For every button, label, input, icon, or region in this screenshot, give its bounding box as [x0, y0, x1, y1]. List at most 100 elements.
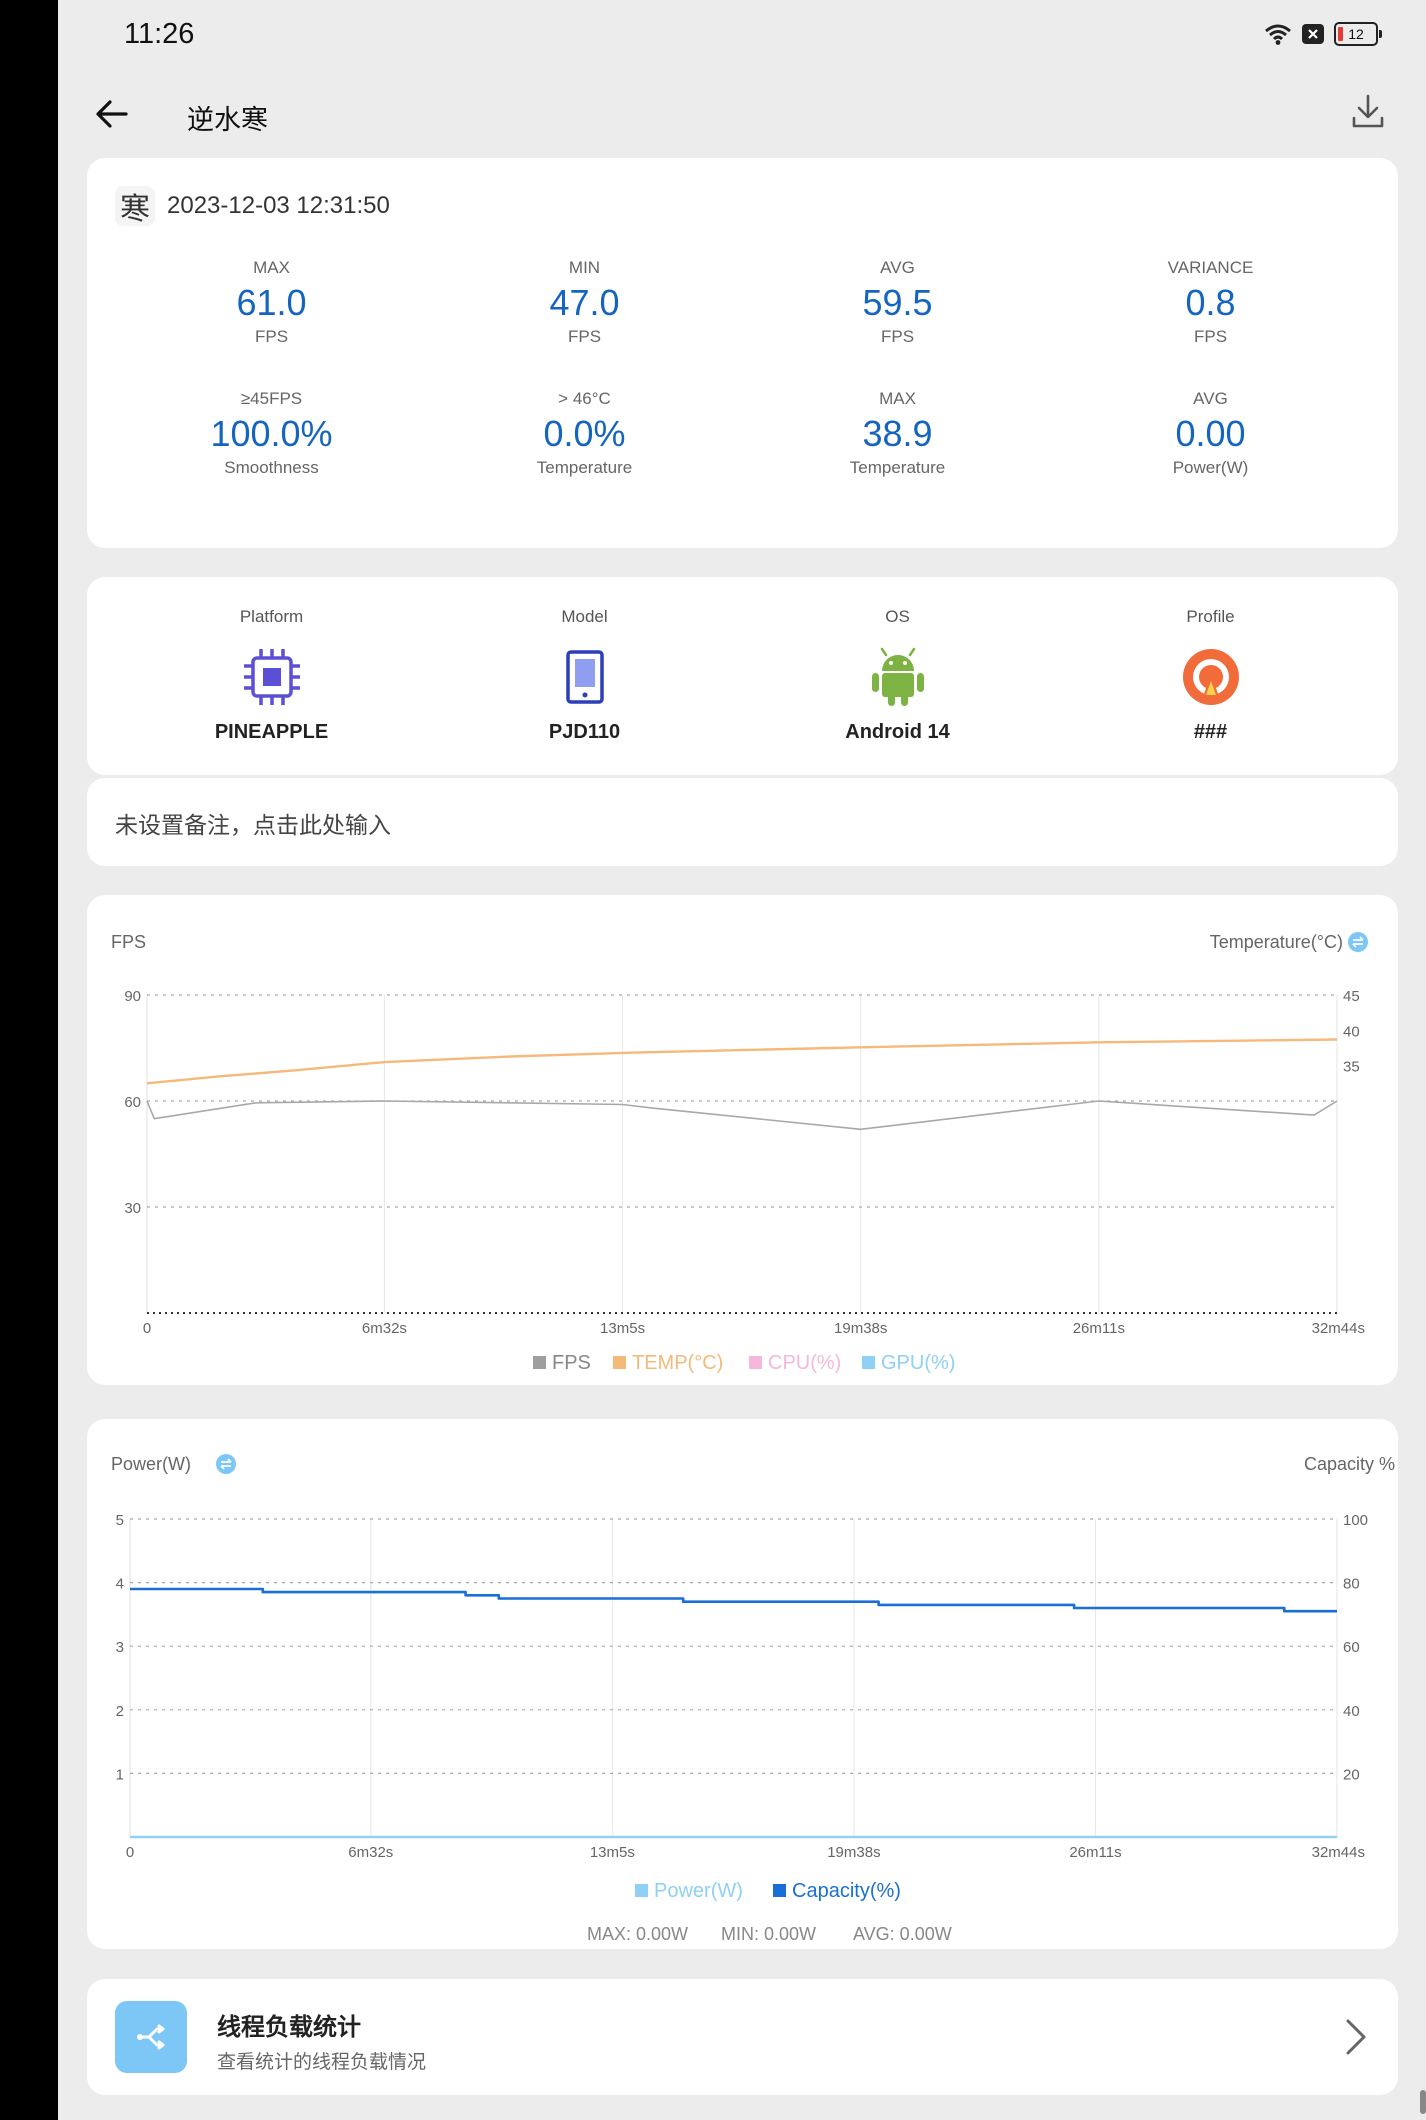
legend-swatch	[773, 1884, 786, 1897]
tablet-icon	[565, 650, 604, 704]
note-card[interactable]: 未设置备注，点击此处输入	[87, 778, 1398, 866]
legend-entry: CPU(%)	[768, 1352, 841, 1374]
android-icon	[871, 647, 924, 706]
wifi-icon	[1265, 24, 1291, 45]
y-right-tick-label: 60	[1343, 1639, 1360, 1656]
y-left-tick-label: 4	[116, 1576, 124, 1593]
x-tick-label: 6m32s	[362, 1320, 407, 1337]
y-left-tick-label: 5	[116, 1512, 124, 1529]
y-right-tick-label: 40	[1343, 1703, 1360, 1720]
session-summary-card: 寒 2023-12-03 12:31:50 MAX 61.0 FPS MIN 47.0…	[87, 158, 1398, 548]
y-left-tick-label: 90	[124, 988, 141, 1005]
stat-avg-fps: AVG 59.5 FPS	[741, 258, 1054, 347]
x-tick-label: 26m11s	[1069, 1844, 1121, 1861]
stat-top: MIN	[568, 258, 601, 277]
y-left-tick-label: 1	[116, 1766, 124, 1783]
back-arrow-icon[interactable]	[90, 92, 134, 136]
x-tick-label: 19m38s	[827, 1844, 880, 1861]
left-axis-label: FPS	[111, 932, 146, 952]
note-input[interactable]: 未设置备注，点击此处输入	[115, 806, 391, 840]
stat-top: MAX	[879, 389, 916, 408]
stat-value: 59.5	[862, 282, 933, 323]
stat-max-fps: MAX 61.0 FPS	[115, 258, 428, 347]
profile-icon	[1182, 649, 1239, 705]
power-max-summary: MAX: 0.00W	[587, 1924, 688, 1944]
legend-swatch	[862, 1356, 875, 1369]
x-tick-label: 0	[143, 1320, 151, 1337]
legend-entry: TEMP(°C)	[632, 1352, 723, 1374]
right-axis-label: Capacity %	[1304, 1454, 1395, 1474]
series-line-capacity	[130, 1587, 1337, 1613]
device-label: OS	[885, 607, 910, 626]
stat-over-temp: > 46°C 0.0% Temperature	[428, 389, 741, 478]
stat-value: 100.0%	[210, 413, 333, 454]
stat-bottom: Power(W)	[1172, 458, 1249, 477]
stats-grid: MAX 61.0 FPS MIN 47.0 FPS AVG 59.5 FPS VARIANC…	[87, 258, 1426, 478]
stat-bottom: FPS	[880, 327, 915, 346]
legend-swatch	[749, 1356, 762, 1369]
x-tick-label: 32m44s	[1312, 1320, 1365, 1337]
series-line-fps	[146, 1100, 1338, 1131]
device-grid: Platform PINEAPPLE Model PJD110 OS Andro…	[115, 607, 1367, 744]
shuffle-icon	[137, 2024, 165, 2050]
stat-top: AVG	[880, 258, 915, 277]
y-right-tick-label: 40	[1343, 1023, 1360, 1040]
x-tick-label: 13m5s	[590, 1844, 635, 1861]
y-right-tick-label: 35	[1343, 1059, 1360, 1076]
fps-temp-chart: FPS Temperature(°C) 90 60 30 45 40 35 0 6m32s 13m5…	[111, 932, 1368, 1374]
thread-title: 线程负载统计	[217, 2014, 361, 2041]
right-axis-label: Temperature(°C)	[1210, 932, 1343, 952]
stat-top: ≥45FPS	[240, 389, 303, 408]
device-info-card: Platform PINEAPPLE Model PJD110 OS Andro…	[87, 577, 1398, 775]
stat-top: AVG	[1193, 389, 1228, 408]
stat-bottom: Smoothness	[224, 458, 319, 477]
x-tick-label: 6m32s	[348, 1844, 393, 1861]
power-avg-summary: AVG: 0.00W	[853, 1924, 952, 1944]
scrollbar[interactable]	[1420, 2090, 1426, 2114]
stat-value: 0.0%	[543, 413, 626, 454]
y-left-tick-label: 60	[124, 1094, 141, 1111]
device-os: OS Android 14	[741, 607, 1054, 744]
chip-icon	[243, 649, 300, 705]
legend-entry: FPS	[552, 1352, 591, 1374]
status-icons: 12	[1264, 22, 1382, 46]
session-header: 寒 2023-12-03 12:31:50	[115, 186, 390, 227]
x-tick-label: 0	[126, 1844, 134, 1861]
y-right-tick-label: 100	[1343, 1512, 1368, 1529]
stat-value: 0.8	[1185, 282, 1236, 323]
device-model: Model PJD110	[428, 607, 741, 744]
x-tick-label: 32m44s	[1312, 1844, 1365, 1861]
stat-bottom: FPS	[567, 327, 602, 346]
stat-bottom: Temperature	[849, 458, 946, 477]
stat-max-temp: MAX 38.9 Temperature	[741, 389, 1054, 478]
thread-load-card[interactable]: 线程负载统计 查看统计的线程负载情况	[87, 1979, 1398, 2095]
y-right-tick-label: 20	[1343, 1766, 1360, 1783]
game-icon-glyph: 寒	[120, 192, 150, 227]
device-value: Android 14	[845, 721, 950, 743]
y-right-tick-label: 80	[1343, 1576, 1360, 1593]
x-tick-label: 13m5s	[600, 1320, 645, 1337]
session-timestamp: 2023-12-03 12:31:50	[167, 192, 390, 219]
power-min-summary: MIN: 0.00W	[721, 1924, 816, 1944]
stat-avg-power: AVG 0.00 Power(W)	[1054, 389, 1367, 478]
stat-min-fps: MIN 47.0 FPS	[428, 258, 741, 347]
download-icon[interactable]	[1346, 90, 1390, 134]
y-left-tick-label: 3	[116, 1639, 124, 1656]
game-icon: 寒	[115, 186, 155, 227]
status-bar: 11:26 12	[58, 0, 1426, 72]
left-axis-label: Power(W)	[111, 1454, 191, 1474]
stat-top: > 46°C	[558, 389, 611, 408]
close-box-icon	[1302, 24, 1324, 44]
x-tick-label: 19m38s	[834, 1320, 887, 1337]
stat-value: 38.9	[862, 413, 933, 454]
legend-entry: Power(W)	[654, 1880, 743, 1902]
y-left-tick-label: 30	[124, 1200, 141, 1217]
battery-icon: 12	[1334, 22, 1382, 46]
chevron-right-icon[interactable]	[1342, 2015, 1370, 2059]
stat-top: VARIANCE	[1167, 258, 1254, 277]
series-line-tempc	[146, 1038, 1338, 1085]
x-tick-label: 26m11s	[1073, 1320, 1125, 1337]
power-capacity-chart: Power(W) Capacity % 5 4 3 2 1 100 80 60 40 20 0 6m32s…	[111, 1454, 1395, 1944]
screen: 11:26 12 逆水寒 寒 2023-12-03 12:31:50 MAX 6…	[58, 0, 1426, 2120]
page-title: 逆水寒	[187, 105, 268, 135]
